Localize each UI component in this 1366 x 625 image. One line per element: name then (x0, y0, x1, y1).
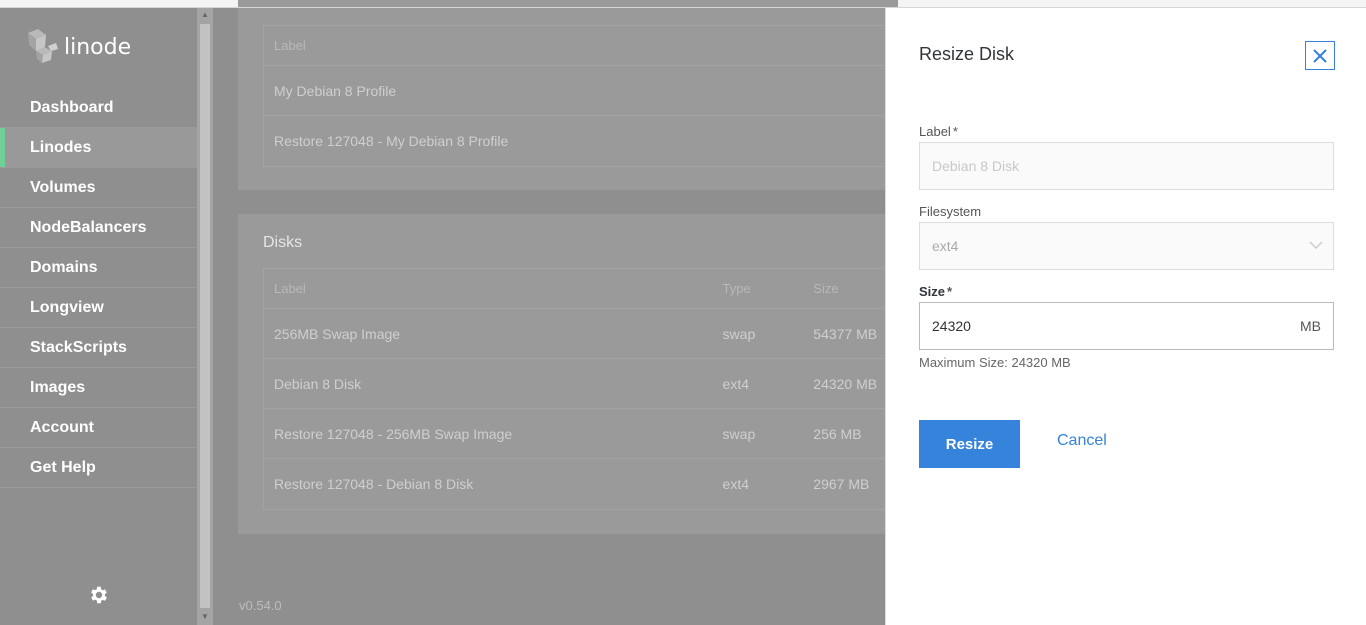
sidebar-item-get-help[interactable]: Get Help (0, 448, 197, 488)
logo-text: linode (64, 34, 132, 60)
size-helper-text: Maximum Size: 24320 MB (919, 355, 1071, 370)
page-scrollbar[interactable]: ▲ ▼ (197, 7, 213, 625)
scroll-thumb[interactable] (200, 24, 210, 608)
version-text: v0.54.0 (239, 598, 282, 613)
disk-size: 256 MB (813, 425, 862, 442)
sidebar-nav: Dashboard Linodes Volumes NodeBalancers … (0, 88, 197, 488)
resize-button[interactable]: Resize (919, 420, 1020, 468)
scroll-up-arrow-icon[interactable]: ▲ (197, 7, 213, 23)
disk-size: 24320 MB (813, 375, 878, 392)
configs-table: Label My Debian 8 Profile Restore 127048… (263, 25, 898, 167)
logo[interactable]: linode (24, 27, 131, 67)
table-row[interactable]: Restore 127048 - 256MB Swap Image swap 2… (264, 409, 897, 459)
disk-label: 256MB Swap Image (274, 325, 401, 342)
resize-disk-drawer: Resize Disk Label * Debian 8 Disk Filesys… (885, 7, 1366, 625)
sidebar-item-dashboard[interactable]: Dashboard (0, 88, 197, 128)
sidebar-item-longview[interactable]: Longview (0, 288, 197, 328)
filesystem-select-value: ext4 (932, 238, 959, 254)
table-row[interactable]: Restore 127048 - My Debian 8 Profile (264, 116, 897, 166)
sidebar-item-stackscripts[interactable]: StackScripts (0, 328, 197, 368)
disk-size: 54377 MB (813, 325, 878, 342)
table-header-row: Label (264, 26, 897, 66)
config-label: My Debian 8 Profile (274, 82, 397, 99)
table-row[interactable]: My Debian 8 Profile (264, 66, 897, 116)
size-field-label: Size * (919, 284, 953, 299)
linode-logo-icon (28, 29, 58, 63)
gear-icon[interactable] (88, 584, 110, 606)
filesystem-field-label: Filesystem (919, 204, 982, 219)
column-header-label: Label (274, 281, 306, 296)
disks-title: Disks (263, 234, 303, 251)
label-input[interactable]: Debian 8 Disk (919, 142, 1334, 190)
disks-card: Disks Label Type Size 256MB Swap Image s… (238, 214, 898, 534)
label-field-label: Label * (919, 124, 958, 139)
sidebar-item-images[interactable]: Images (0, 368, 197, 408)
sidebar-item-domains[interactable]: Domains (0, 248, 197, 288)
configs-card: Label My Debian 8 Profile Restore 127048… (238, 0, 898, 190)
disk-label: Restore 127048 - Debian 8 Disk (274, 476, 474, 492)
column-header-size: Size (813, 281, 839, 296)
table-row[interactable]: Debian 8 Disk ext4 24320 MB (264, 359, 897, 409)
close-icon (1313, 48, 1327, 63)
scroll-down-arrow-icon[interactable]: ▼ (197, 609, 213, 625)
config-label: Restore 127048 - My Debian 8 Profile (274, 133, 509, 149)
table-header-row: Label Type Size (264, 269, 897, 309)
disk-size: 2967 MB (813, 476, 870, 492)
disk-type: swap (722, 325, 756, 342)
sidebar-item-linodes[interactable]: Linodes (0, 128, 197, 168)
column-header-type: Type (722, 281, 751, 296)
size-input[interactable]: 24320 MB (919, 302, 1334, 350)
sidebar: linode Dashboard Linodes Volumes NodeBal… (0, 7, 197, 625)
disk-type: ext4 (722, 476, 750, 492)
label-input-value: Debian 8 Disk (932, 158, 1020, 174)
chevron-down-icon (1309, 241, 1323, 250)
disk-label: Debian 8 Disk (274, 375, 362, 392)
filesystem-select[interactable]: ext4 (919, 222, 1334, 270)
sidebar-item-account[interactable]: Account (0, 408, 197, 448)
disk-label: Restore 127048 - 256MB Swap Image (274, 425, 513, 442)
cancel-button[interactable]: Cancel (1057, 432, 1107, 450)
size-unit: MB (1300, 318, 1321, 334)
close-button[interactable] (1305, 41, 1335, 70)
drawer-title: Resize Disk (919, 44, 1015, 64)
table-row[interactable]: Restore 127048 - Debian 8 Disk ext4 2967… (264, 459, 897, 509)
column-header-label: Label (274, 38, 306, 53)
disks-table: Label Type Size 256MB Swap Image swap 54… (263, 268, 898, 510)
size-input-value: 24320 (932, 318, 971, 334)
disk-type: swap (722, 425, 756, 442)
table-row[interactable]: 256MB Swap Image swap 54377 MB (264, 309, 897, 359)
sidebar-item-nodebalancers[interactable]: NodeBalancers (0, 208, 197, 248)
sidebar-item-volumes[interactable]: Volumes (0, 168, 197, 208)
disk-type: ext4 (722, 375, 750, 392)
top-border (0, 7, 1366, 8)
